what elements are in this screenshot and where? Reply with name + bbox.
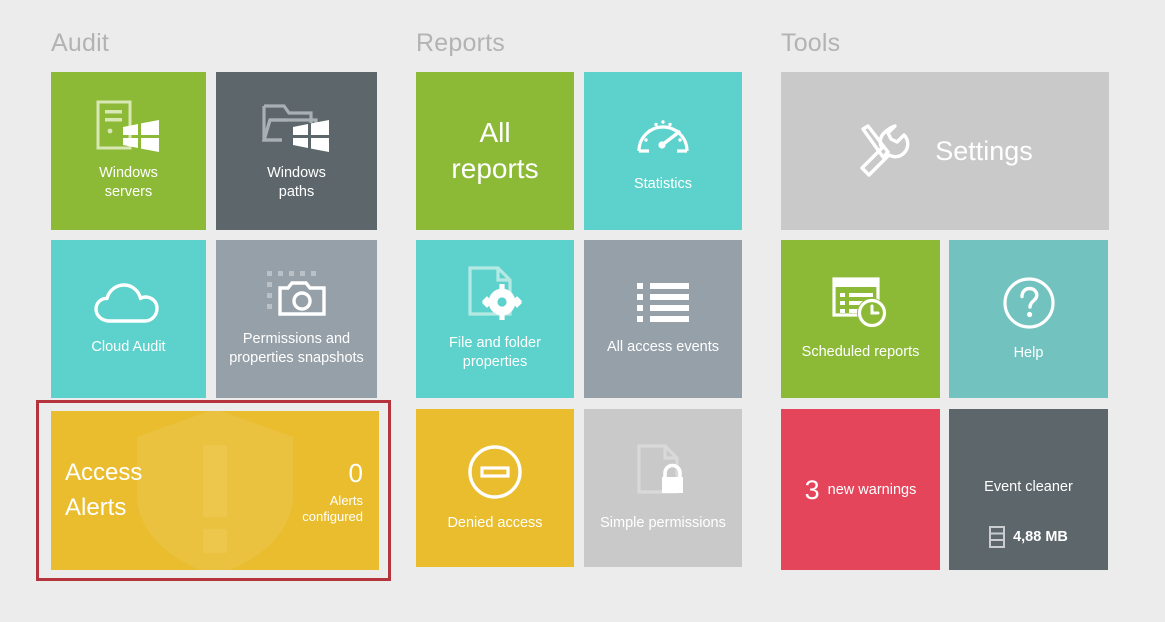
tile-permissions-snapshots[interactable]: Permissions and properties snapshots bbox=[216, 240, 377, 398]
warnings-label: new warnings bbox=[827, 481, 917, 498]
tile-access-alerts[interactable]: Access Alerts 0 Alerts configured bbox=[51, 411, 379, 570]
tile-file-folder-properties[interactable]: File and folder properties bbox=[416, 240, 574, 398]
access-alerts-subtitle: Alerts configured bbox=[302, 493, 363, 524]
tile-label-windows-servers: Windows servers bbox=[99, 165, 158, 200]
access-alerts-stats: 0 Alerts configured bbox=[302, 459, 363, 525]
event-cleaner-size: 4,88 MB bbox=[1013, 529, 1068, 545]
access-alerts-count: 0 bbox=[348, 458, 363, 488]
deny-circle-icon bbox=[467, 444, 523, 500]
column-title-tools: Tools bbox=[781, 29, 841, 57]
tile-all-access-events[interactable]: All access events bbox=[584, 240, 742, 398]
tile-statistics[interactable]: Statistics bbox=[584, 72, 742, 230]
document-lock-icon bbox=[635, 443, 691, 500]
tile-help[interactable]: Help bbox=[949, 240, 1108, 398]
tile-label-scheduled-reports: Scheduled reports bbox=[801, 343, 920, 360]
event-cleaner-size-row: 4,88 MB bbox=[949, 526, 1108, 548]
tile-label-all-access-events: All access events bbox=[606, 338, 720, 355]
dashboard-tile-board: Audit Windows servers Windows paths Clou… bbox=[0, 0, 1165, 622]
tile-new-warnings[interactable]: 3 new warnings bbox=[781, 409, 940, 570]
document-gear-icon bbox=[466, 266, 524, 322]
tile-label-all-reports: All reports bbox=[451, 117, 539, 184]
tile-title-access-alerts: Access Alerts bbox=[65, 459, 143, 521]
gauge-icon bbox=[635, 109, 691, 161]
tile-label-event-cleaner: Event cleaner bbox=[984, 479, 1073, 495]
cloud-icon bbox=[93, 282, 165, 324]
tile-label-permissions-snapshots: Permissions and properties snapshots bbox=[229, 331, 364, 366]
tile-cloud-audit[interactable]: Cloud Audit bbox=[51, 240, 206, 398]
warnings-count: 3 bbox=[804, 474, 820, 505]
tile-label-settings: Settings bbox=[935, 135, 1033, 166]
tile-event-cleaner[interactable]: Event cleaner 4,88 MB bbox=[949, 409, 1108, 570]
tile-label-file-folder-properties: File and folder properties bbox=[449, 335, 541, 370]
question-circle-icon bbox=[1002, 276, 1056, 330]
folder-windows-icon bbox=[261, 100, 333, 152]
database-icon bbox=[989, 526, 1006, 548]
tile-label-help: Help bbox=[1013, 344, 1044, 361]
shield-alert-icon bbox=[127, 411, 303, 570]
list-icon bbox=[637, 282, 689, 324]
tile-scheduled-reports[interactable]: Scheduled reports bbox=[781, 240, 940, 398]
report-clock-icon bbox=[831, 276, 890, 329]
tile-label-simple-permissions: Simple permissions bbox=[600, 514, 726, 531]
tools-icon bbox=[857, 122, 915, 180]
tile-windows-paths[interactable]: Windows paths bbox=[216, 72, 377, 230]
tile-label-denied-access: Denied access bbox=[447, 514, 543, 531]
tile-settings[interactable]: Settings bbox=[781, 72, 1109, 230]
column-title-audit: Audit bbox=[51, 29, 109, 57]
tile-simple-permissions[interactable]: Simple permissions bbox=[584, 409, 742, 567]
column-title-reports: Reports bbox=[416, 29, 505, 57]
tile-windows-servers[interactable]: Windows servers bbox=[51, 72, 206, 230]
tile-all-reports[interactable]: All reports bbox=[416, 72, 574, 230]
tile-label-windows-paths: Windows paths bbox=[267, 165, 326, 200]
server-windows-icon bbox=[95, 100, 163, 152]
tile-label-statistics: Statistics bbox=[633, 175, 692, 192]
camera-icon bbox=[266, 270, 328, 318]
tile-denied-access[interactable]: Denied access bbox=[416, 409, 574, 567]
tile-label-cloud-audit: Cloud Audit bbox=[91, 338, 166, 355]
